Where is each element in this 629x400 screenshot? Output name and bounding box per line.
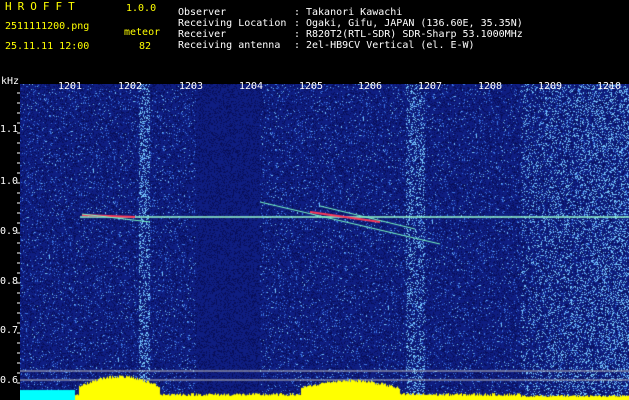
app-logo: HROFFT [5, 0, 81, 13]
axis-unit-label: kHz [1, 76, 19, 87]
freq-tick-label: 0.9 [0, 226, 18, 237]
antenna-value: 2el-HB9CV Vertical (el. E-W) [306, 40, 475, 51]
mode-label: meteor [124, 27, 161, 38]
meteor-count: 82 [139, 41, 152, 52]
header-panel: HROFFT 1.0.0 2511111200.png 25.11.11 12:… [0, 0, 629, 73]
spectrogram-canvas [20, 84, 629, 400]
antenna-sep: : [294, 40, 301, 51]
freq-tick-label: 0.8 [0, 276, 18, 287]
freq-tick-label: 0.7 [0, 325, 18, 336]
capture-datetime: 25.11.11 12:00 [5, 41, 90, 52]
freq-tick-label: 1.0 [0, 176, 18, 187]
app-version: 1.0.0 [126, 3, 157, 14]
freq-tick-label: 1.1 [0, 124, 18, 135]
freq-tick-label: 0.6 [0, 375, 18, 386]
antenna-label: Receiving antenna [178, 40, 281, 51]
image-filename: 2511111200.png [5, 21, 90, 32]
